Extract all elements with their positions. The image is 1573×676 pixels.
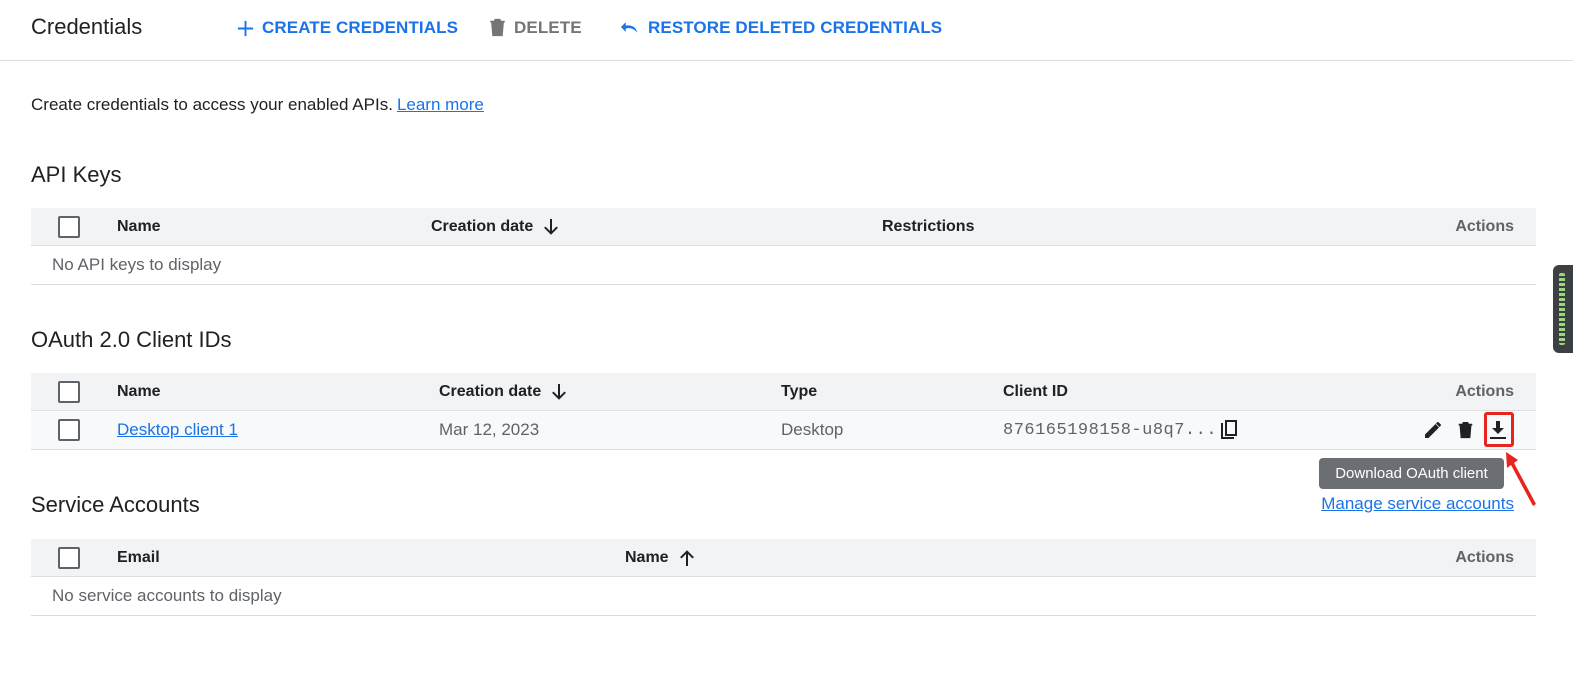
service-accounts-title: Service Accounts — [31, 492, 200, 517]
client-creation-date: Mar 12, 2023 — [439, 420, 540, 439]
download-highlight-box — [1484, 412, 1514, 447]
column-name[interactable]: Name — [117, 208, 161, 245]
oauth-select-all-checkbox[interactable] — [58, 380, 80, 403]
table-row: Desktop client 1 Mar 12, 2023 Desktop 87… — [31, 411, 1536, 450]
column-restrictions: Restrictions — [882, 217, 975, 235]
client-id-value: 876165198158-u8q7... — [1003, 420, 1218, 440]
side-panel-handle[interactable] — [1553, 265, 1573, 353]
empty-row: No API keys to display — [31, 246, 1536, 285]
client-name[interactable]: Desktop client 1 — [117, 420, 238, 440]
create-credentials-label: CREATE CREDENTIALS — [262, 18, 459, 37]
oauth-title: OAuth 2.0 Client IDs — [31, 327, 232, 352]
column-actions: Actions — [1455, 382, 1514, 400]
service-accounts-table: Email Name Actions No service accounts t… — [31, 539, 1536, 616]
empty-message: No service accounts to display — [52, 586, 282, 605]
delete-client-button[interactable] — [1453, 418, 1477, 442]
plus-icon — [237, 20, 254, 36]
column-name-label: Name — [625, 548, 669, 566]
download-tooltip: Download OAuth client — [1319, 458, 1504, 489]
row-checkbox[interactable] — [58, 419, 80, 441]
empty-row: No service accounts to display — [31, 577, 1536, 616]
column-name[interactable]: Name — [625, 539, 695, 576]
column-actions: Actions — [1455, 217, 1514, 235]
api-keys-select-all-checkbox[interactable] — [58, 215, 80, 238]
service-accounts-select-all-checkbox[interactable] — [58, 546, 80, 569]
service-accounts-header-row: Email Name Actions — [31, 539, 1536, 577]
column-name[interactable]: Name — [117, 373, 161, 410]
column-type[interactable]: Type — [781, 373, 817, 410]
column-creation-date[interactable]: Creation date — [431, 208, 559, 245]
oauth-table: Name Creation date Type Client ID Action… — [31, 373, 1536, 450]
trash-icon — [1458, 421, 1472, 438]
column-creation-date[interactable]: Creation date — [439, 373, 567, 410]
column-client-id[interactable]: Client ID — [1003, 373, 1068, 410]
delete-label: DELETE — [514, 18, 582, 37]
manage-service-accounts-link[interactable]: Manage service accounts — [1321, 494, 1514, 514]
column-creation-date-label: Creation date — [431, 217, 534, 235]
client-name-link[interactable]: Desktop client 1 — [117, 411, 238, 449]
column-email[interactable]: Email — [117, 539, 160, 576]
delete-button[interactable]: DELETE — [488, 16, 582, 40]
edit-client-button[interactable] — [1421, 418, 1445, 442]
oauth-header-row: Name Creation date Type Client ID Action… — [31, 373, 1536, 411]
api-keys-title: API Keys — [31, 162, 122, 187]
restore-deleted-credentials-button[interactable]: RESTORE DELETED CREDENTIALS — [620, 16, 942, 40]
arrow-up-icon — [679, 549, 694, 566]
learn-more-link[interactable]: Learn more — [397, 95, 484, 114]
client-type: Desktop — [781, 420, 844, 439]
intro-text: Create credentials to access your enable… — [31, 95, 484, 115]
level-meter-icon — [1559, 273, 1565, 345]
undo-icon — [620, 22, 638, 33]
top-toolbar: Credentials CREATE CREDENTIALS DELETE RE… — [0, 0, 1573, 61]
trash-icon — [490, 18, 505, 37]
column-actions: Actions — [1455, 548, 1514, 566]
copy-icon — [1221, 420, 1237, 439]
copy-client-id-button[interactable] — [1217, 418, 1241, 442]
page-title: Credentials — [31, 14, 143, 39]
api-keys-header-row: Name Creation date Restrictions Actions — [31, 208, 1536, 246]
restore-label: RESTORE DELETED CREDENTIALS — [648, 18, 943, 37]
arrow-down-icon — [544, 218, 559, 235]
api-keys-table: Name Creation date Restrictions Actions … — [31, 208, 1536, 285]
intro-description: Create credentials to access your enable… — [31, 95, 393, 114]
empty-message: No API keys to display — [52, 255, 222, 274]
pencil-icon — [1425, 422, 1441, 438]
column-creation-date-label: Creation date — [439, 382, 542, 400]
arrow-down-icon — [552, 383, 567, 400]
create-credentials-button[interactable]: CREATE CREDENTIALS — [236, 16, 458, 40]
